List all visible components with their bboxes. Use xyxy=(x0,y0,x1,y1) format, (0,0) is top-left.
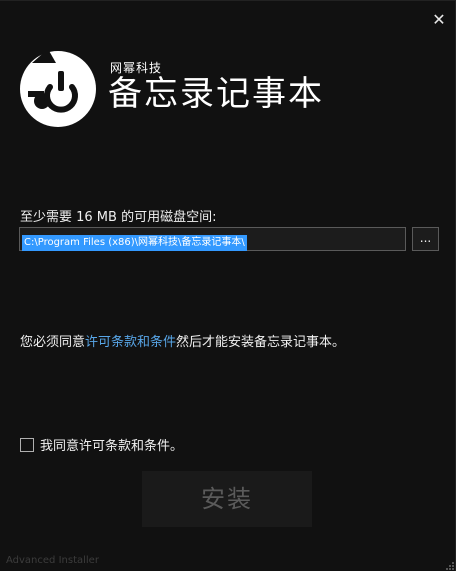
close-button[interactable]: ✕ xyxy=(430,11,448,29)
disk-space-label: 至少需要 16 MB 的可用磁盘空间: xyxy=(20,210,217,225)
browse-button[interactable]: ... xyxy=(412,227,439,251)
close-icon: ✕ xyxy=(432,10,446,29)
install-path-input[interactable]: C:\Program Files (x86)\网幂科技\备忘录记事本\ xyxy=(19,227,406,251)
puzzle-power-logo-icon xyxy=(20,49,96,127)
resize-grip-icon[interactable] xyxy=(446,562,454,570)
agree-row[interactable]: 我同意许可条款和条件。 xyxy=(20,435,183,454)
product-title: 备忘录记事本 xyxy=(108,74,324,114)
agree-label[interactable]: 我同意许可条款和条件。 xyxy=(40,435,183,454)
agree-checkbox[interactable] xyxy=(20,437,34,452)
install-button[interactable]: 安装 xyxy=(142,471,312,527)
footer-brand: Advanced Installer xyxy=(6,555,99,566)
installer-window: ✕ 网幂科技 备忘录记事本 至少需要 16 MB 的可用磁盘空间: C:\Pro… xyxy=(0,0,456,571)
license-notice-prefix: 您必须同意 xyxy=(20,335,86,350)
license-terms-link[interactable]: 许可条款和条件 xyxy=(85,335,176,350)
license-notice: 您必须同意许可条款和条件然后才能安装备忘录记事本。 xyxy=(20,331,345,350)
license-notice-suffix: 然后才能安装备忘录记事本。 xyxy=(176,335,346,350)
install-path-value: C:\Program Files (x86)\网幂科技\备忘录记事本\ xyxy=(22,235,247,251)
